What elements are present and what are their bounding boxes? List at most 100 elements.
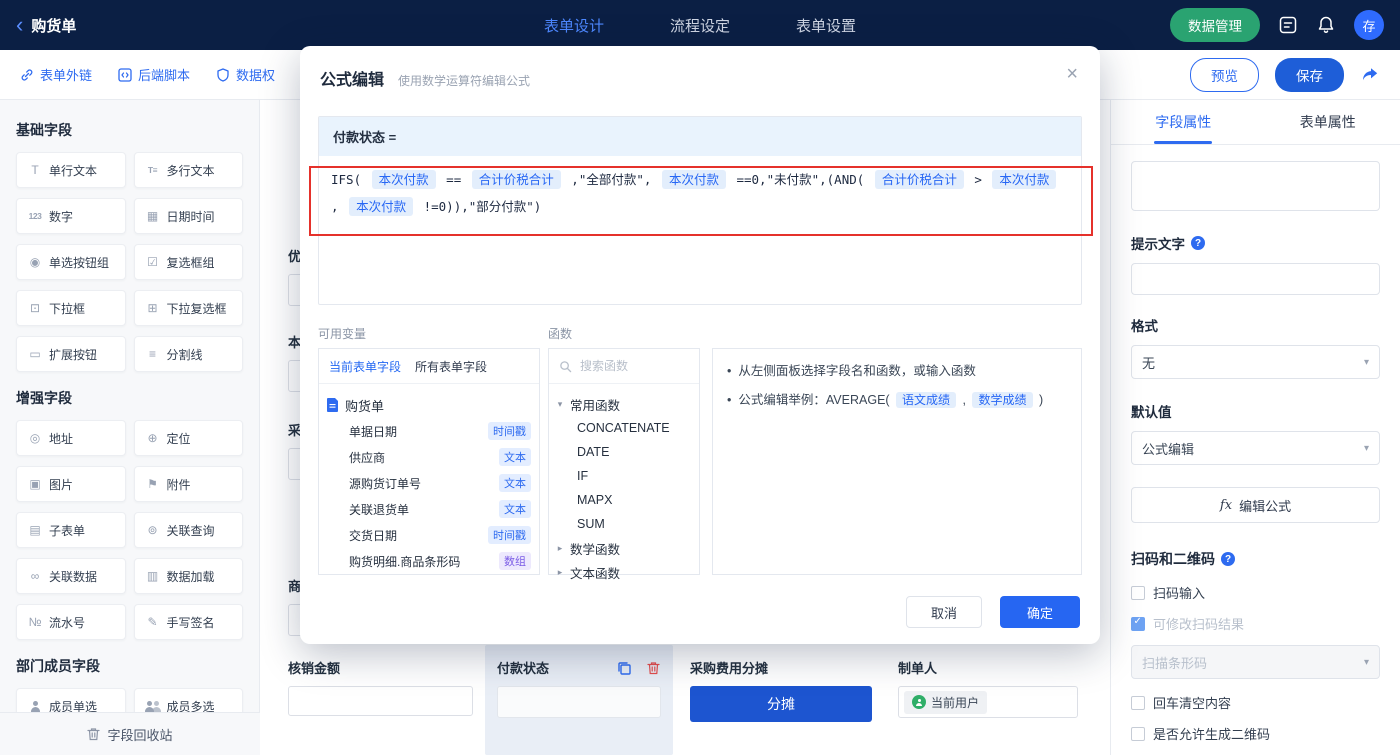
edit-formula-button[interactable]: fx 编辑公式	[1131, 487, 1380, 523]
palette-item-dropdown[interactable]: ⊡ 下拉框	[16, 290, 126, 326]
share-icon[interactable]	[1360, 65, 1380, 85]
data-load-icon: ▥	[146, 569, 159, 583]
tab-field-properties[interactable]: 字段属性	[1111, 100, 1256, 144]
formula-field-token[interactable]: 本次付款	[349, 197, 414, 216]
backend-script-link[interactable]: 后端脚本	[118, 65, 190, 84]
option-allow-qrcode[interactable]: 是否允许生成二维码	[1131, 724, 1380, 743]
formula-field-token[interactable]: 本次付款	[661, 170, 726, 189]
field-title-input[interactable]	[1131, 161, 1380, 211]
formula-field-token[interactable]: 合计价税合计	[874, 170, 964, 189]
tab-form-design[interactable]: 表单设计	[544, 15, 604, 36]
field-input[interactable]: 当前用户	[898, 686, 1078, 718]
scan-type-select-value: 扫描条形码	[1142, 655, 1208, 671]
palette-item-number[interactable]: 123 数字	[16, 198, 126, 234]
tab-form-settings[interactable]: 表单设置	[796, 15, 856, 36]
write-off-field[interactable]: 核销金额	[288, 658, 473, 716]
palette-item-location[interactable]: ⊕ 定位	[133, 420, 243, 456]
back-icon[interactable]: ‹	[16, 14, 23, 36]
palette-item-label: 附件	[166, 477, 191, 492]
user-avatar[interactable]: 存	[1354, 10, 1384, 40]
palette-item-radio-group[interactable]: ◉ 单选按钮组	[16, 244, 126, 280]
function-item[interactable]: CONCATENATE	[555, 416, 693, 440]
field-type-badge: 文本	[499, 474, 531, 492]
palette-item-extend-button[interactable]: ▭ 扩展按钮	[16, 336, 126, 372]
bulletin-icon[interactable]	[1278, 15, 1298, 35]
variable-field-row[interactable]: 供应商 文本	[327, 444, 531, 470]
variable-field-row[interactable]: 关联退货单 文本	[327, 496, 531, 522]
palette-item-multi-dropdown[interactable]: ⊞ 下拉复选框	[133, 290, 243, 326]
help-icon[interactable]: ?	[1191, 236, 1205, 250]
cost-share-field[interactable]: 采购费用分摊 分摊	[690, 658, 875, 722]
formula-field-token[interactable]: 本次付款	[992, 170, 1057, 189]
image-icon: ▣	[29, 477, 41, 491]
help-icon[interactable]: ?	[1221, 552, 1235, 566]
copy-icon[interactable]	[617, 661, 631, 675]
formula-field-token[interactable]: 合计价税合计	[471, 170, 561, 189]
option-scan-input[interactable]: 扫码输入	[1131, 583, 1380, 602]
save-button[interactable]: 保存	[1275, 57, 1344, 92]
close-icon[interactable]: ×	[1066, 64, 1078, 84]
function-group[interactable]: ▸ 数学函数	[555, 536, 693, 560]
variable-field-row[interactable]: 单据日期 时间戳	[327, 418, 531, 444]
formula-input[interactable]: IFS( 本次付款 == 合计价税合计 ,"全部付款", 本次付款 ==0,"未…	[319, 156, 1081, 304]
palette-item-checkbox-group[interactable]: ☑ 复选框组	[133, 244, 243, 280]
palette-item-related-data[interactable]: ∞ 关联数据	[16, 558, 126, 594]
variable-field-row[interactable]: 购货明细.商品条形码 数组	[327, 548, 531, 574]
palette-item-serial-number[interactable]: № 流水号	[16, 604, 126, 640]
tab-form-properties[interactable]: 表单属性	[1256, 100, 1400, 144]
creator-field[interactable]: 制单人 当前用户	[898, 658, 1083, 718]
checkbox[interactable]	[1131, 585, 1145, 600]
palette-item-address[interactable]: ◎ 地址	[16, 420, 126, 456]
checkbox[interactable]	[1131, 616, 1145, 631]
field-recycle-bin[interactable]: 字段回收站	[0, 712, 260, 755]
field-input[interactable]	[288, 686, 473, 716]
datetime-icon: ▦	[146, 209, 159, 223]
function-search-input[interactable]	[578, 358, 682, 374]
palette-item-single-line-text[interactable]: T 单行文本	[16, 152, 126, 188]
tab-flow-settings[interactable]: 流程设定	[670, 15, 730, 36]
delete-icon[interactable]	[647, 661, 661, 675]
tab-current-form-fields[interactable]: 当前表单字段	[329, 358, 401, 375]
palette-item-image[interactable]: ▣ 图片	[16, 466, 126, 502]
function-group[interactable]: ▸ 文本函数	[555, 560, 693, 584]
variable-field-row[interactable]: 交货日期 时间戳	[327, 522, 531, 548]
palette-item-attachment[interactable]: ⚑ 附件	[133, 466, 243, 502]
cancel-button[interactable]: 取消	[906, 596, 982, 628]
checkbox[interactable]	[1131, 695, 1145, 710]
function-search[interactable]	[549, 349, 699, 384]
data-manage-button[interactable]: 数据管理	[1170, 8, 1260, 42]
option-enter-clear[interactable]: 回车清空内容	[1131, 693, 1380, 712]
preview-button[interactable]: 预览	[1190, 57, 1259, 92]
palette-item-signature[interactable]: ✎ 手写签名	[133, 604, 243, 640]
function-item[interactable]: DATE	[555, 440, 693, 464]
form-node[interactable]: 购货单	[327, 392, 531, 418]
data-permission-link[interactable]: 数据权	[216, 65, 275, 84]
palette-item-related-query[interactable]: ⊚ 关联查询	[133, 512, 243, 548]
palette-item-data-load[interactable]: ▥ 数据加载	[133, 558, 243, 594]
current-user-tag: 当前用户	[904, 690, 988, 714]
format-select[interactable]: 无 ▾	[1131, 345, 1380, 379]
confirm-button[interactable]: 确定	[1000, 596, 1080, 628]
form-external-link[interactable]: 表单外链	[20, 65, 92, 84]
variable-field-row[interactable]: 源购货订单号 文本	[327, 470, 531, 496]
bell-icon[interactable]	[1316, 15, 1336, 35]
field-input[interactable]	[497, 686, 661, 718]
palette-item-multi-line-text[interactable]: T≡ 多行文本	[133, 152, 243, 188]
function-item[interactable]: MAPX	[555, 488, 693, 512]
payment-status-field-selected[interactable]: 付款状态	[485, 645, 673, 755]
palette-item-subform[interactable]: ▤ 子表单	[16, 512, 126, 548]
default-value-select[interactable]: 公式编辑 ▾	[1131, 431, 1380, 465]
palette-item-datetime[interactable]: ▦ 日期时间	[133, 198, 243, 234]
option-label: 可修改扫码结果	[1153, 617, 1245, 632]
checkbox[interactable]	[1131, 726, 1145, 741]
function-group[interactable]: ▾ 常用函数	[555, 392, 693, 416]
option-editable-scan-result[interactable]: 可修改扫码结果	[1131, 614, 1380, 633]
share-cost-button[interactable]: 分摊	[690, 686, 872, 722]
variable-field-list: 单据日期 时间戳 供应商 文本 源购货订单号 文本 关联退货单 文本 交货日期 时间戳 购货明细.商…	[327, 418, 531, 574]
tab-all-form-fields[interactable]: 所有表单字段	[415, 358, 487, 375]
function-item[interactable]: SUM	[555, 512, 693, 536]
hint-text-input[interactable]	[1131, 263, 1380, 295]
formula-field-token[interactable]: 本次付款	[371, 170, 436, 189]
function-item[interactable]: IF	[555, 464, 693, 488]
palette-item-divider[interactable]: ≡ 分割线	[133, 336, 243, 372]
